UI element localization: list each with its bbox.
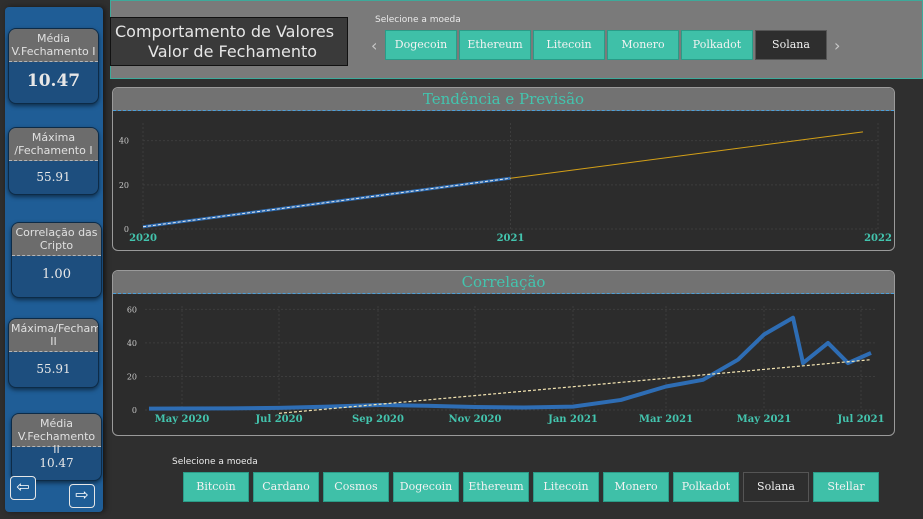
title-line-2: Valor de Fechamento	[148, 42, 318, 61]
bottom-coin-button-dogecoin[interactable]: Dogecoin	[393, 472, 459, 502]
chevron-right-icon[interactable]: ›	[834, 36, 840, 55]
y-tick-label: 20	[127, 372, 137, 381]
x-tick-label: 2021	[497, 233, 525, 244]
y-tick-label: 60	[127, 305, 137, 314]
kpi-card-maxima-fechamento-2: Máxima/Fechamento II 55.91	[8, 318, 99, 388]
correlation-chart: 0 20 40 60 May 2020 Jul 2020 Sep 2020 Nov 2020 J…	[127, 305, 885, 425]
kpi-card-media-fechamento-1: Média V.Fechamento I 10.47	[8, 28, 99, 104]
bottom-coin-button-stellar[interactable]: Stellar	[813, 472, 879, 502]
coin-button-litecoin[interactable]: Litecoin	[533, 30, 605, 60]
y-tick-label: 40	[127, 339, 137, 348]
x-tick-label: May 2020	[155, 414, 210, 425]
coin-button-ethereum[interactable]: Ethereum	[459, 30, 531, 60]
bottom-coin-button-monero[interactable]: Monero	[603, 472, 669, 502]
x-tick-label: Jul 2020	[254, 414, 302, 425]
kpi-card-maxima-fechamento-1: Máxima /Fechamento I 55.91	[8, 127, 99, 195]
kpi-card-correlacao: Correlação das Cripto 1.00	[11, 222, 102, 298]
bottom-coin-button-cosmos[interactable]: Cosmos	[323, 472, 389, 502]
bottom-coin-button-cardano[interactable]: Cardano	[253, 472, 319, 502]
coin-button-polkadot[interactable]: Polkadot	[681, 30, 753, 60]
page-title: Comportamento de Valores Valor de Fecham…	[110, 17, 348, 66]
x-tick-label: May 2021	[737, 414, 792, 425]
chart-title: Correlação	[113, 271, 894, 294]
price-series-line	[148, 315, 872, 411]
kpi-value: 10.47	[26, 71, 81, 91]
forecast-series-line	[510, 131, 864, 179]
coin-button-solana[interactable]: Solana	[755, 30, 827, 60]
y-tick-label: 20	[119, 181, 129, 190]
kpi-label: Máxima /Fechamento I	[9, 128, 98, 161]
previous-button[interactable]: ⇦	[10, 476, 36, 500]
x-tick-label: 2020	[129, 233, 157, 244]
bottom-coin-button-litecoin[interactable]: Litecoin	[533, 472, 599, 502]
bottom-coin-button-ethereum[interactable]: Ethereum	[463, 472, 529, 502]
y-tick-label: 40	[119, 137, 129, 146]
coin-button-monero[interactable]: Monero	[607, 30, 679, 60]
x-tick-label: Jul 2021	[836, 414, 884, 425]
kpi-value: 55.91	[36, 362, 71, 376]
coin-select-label: Selecione a moeda	[375, 15, 461, 25]
x-tick-label: Sep 2020	[352, 414, 404, 425]
x-tick-label: Mar 2021	[639, 414, 693, 425]
coin-button-dogecoin[interactable]: Dogecoin	[385, 30, 457, 60]
chevron-left-icon[interactable]: ‹	[371, 36, 377, 55]
x-tick-label: Nov 2020	[449, 414, 502, 425]
bottom-coin-button-solana[interactable]: Solana	[743, 472, 809, 502]
bottom-coin-button-bitcoin[interactable]: Bitcoin	[183, 472, 249, 502]
kpi-value: 1.00	[42, 267, 71, 282]
title-line-1: Comportamento de Valores	[115, 22, 335, 41]
kpi-label: Média V.Fechamento II	[12, 414, 101, 456]
kpi-value: 55.91	[36, 170, 71, 184]
y-tick-label: 0	[132, 406, 137, 415]
kpi-label: Máxima/Fechamento II	[9, 319, 98, 352]
kpi-label: Média V.Fechamento I	[9, 29, 98, 62]
bottom-coin-button-polkadot[interactable]: Polkadot	[673, 472, 739, 502]
correlation-chart-card: Correlação 0 20 40 60 May 2020 Jul 2020 Sep 20…	[112, 270, 895, 436]
trend-line	[142, 177, 511, 228]
bottom-coin-select-label: Selecione a moeda	[172, 457, 258, 467]
kpi-sidebar: Média V.Fechamento I 10.47 Máxima /Fecha…	[5, 7, 103, 512]
x-tick-label: 2022	[864, 233, 892, 244]
next-button[interactable]: ⇨	[69, 484, 95, 508]
kpi-value: 10.47	[39, 456, 74, 470]
trend-forecast-chart-card: Tendência e Previsão 0 20 40 2020 2021 2022	[112, 87, 895, 251]
chart-title: Tendência e Previsão	[113, 88, 894, 111]
trend-forecast-chart: 020402020 2021 2022	[119, 123, 892, 244]
x-tick-label: Jan 2021	[547, 414, 598, 425]
kpi-label: Correlação das Cripto	[12, 223, 101, 256]
kpi-card-media-fechamento-2: Média V.Fechamento II 10.47	[11, 413, 102, 481]
